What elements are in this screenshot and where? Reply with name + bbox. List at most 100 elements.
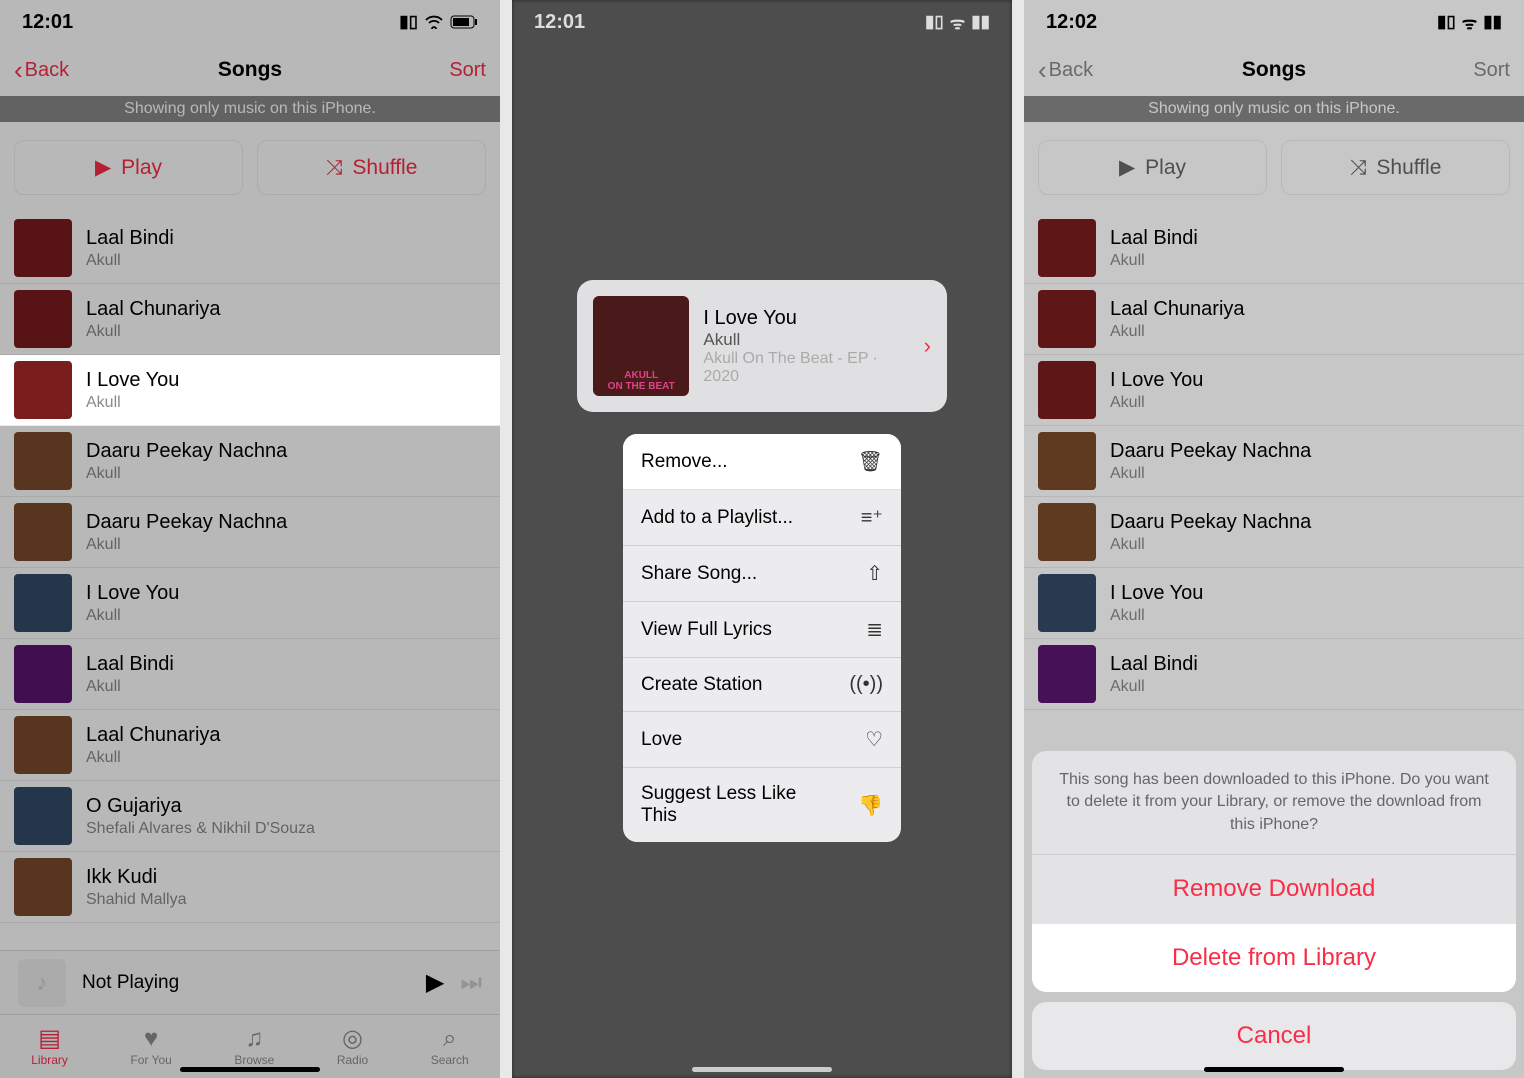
menu-label: Remove... <box>641 451 728 473</box>
song-row[interactable]: I Love YouAkull <box>1024 568 1524 639</box>
context-song-title: I Love You <box>703 307 909 330</box>
album-art <box>1038 503 1096 561</box>
now-playing-art: ♪ <box>18 959 66 1007</box>
remove-download-button[interactable]: Remove Download <box>1032 854 1516 923</box>
home-indicator[interactable] <box>180 1067 320 1072</box>
song-artist: Akull <box>1110 394 1524 412</box>
note-icon: ♫ <box>245 1027 263 1051</box>
album-art <box>14 787 72 845</box>
tab-label: Library <box>31 1053 68 1067</box>
song-row[interactable]: I Love You Akull <box>1024 355 1524 426</box>
song-title: I Love You <box>86 369 500 392</box>
album-art <box>14 361 72 419</box>
tab-label: Radio <box>337 1053 368 1067</box>
filter-banner: Showing only music on this iPhone. <box>1024 96 1524 122</box>
song-artist: Akull <box>1110 465 1524 483</box>
tab-search[interactable]: ⌕ Search <box>431 1027 469 1067</box>
song-row[interactable]: Laal ChunariyaAkull <box>0 710 500 781</box>
status-time: 12:02 <box>1046 11 1097 34</box>
song-artist: Akull <box>1110 323 1524 341</box>
song-row-highlighted[interactable]: I Love YouAkull <box>0 355 500 426</box>
album-art <box>14 219 72 277</box>
forward-icon[interactable]: ⏭ <box>460 969 482 997</box>
song-artist: Akull <box>86 678 500 696</box>
song-artist: Akull <box>86 252 500 270</box>
song-title: O Gujariya <box>86 795 500 818</box>
now-playing-bar[interactable]: ♪ Not Playing ▶ ⏭ <box>0 950 500 1014</box>
search-icon: ⌕ <box>443 1027 456 1051</box>
shuffle-button[interactable]: ⤨ Shuffle <box>257 140 486 195</box>
shuffle-label: Shuffle <box>352 156 417 180</box>
song-title: I Love You <box>1110 369 1524 392</box>
song-row[interactable]: Daaru Peekay NachnaAkull <box>1024 497 1524 568</box>
chevron-right-icon: › <box>924 333 931 359</box>
context-song-card[interactable]: AKULLON THE BEAT I Love You Akull Akull … <box>577 280 947 412</box>
tab-for-you[interactable]: ♥For You <box>130 1027 171 1067</box>
back-button[interactable]: ‹ Back <box>1038 55 1093 86</box>
play-icon[interactable]: ▶ <box>426 968 444 997</box>
song-row[interactable]: Laal ChunariyaAkull <box>1024 284 1524 355</box>
heart-icon: ♡ <box>865 727 883 752</box>
tab-label: Search <box>431 1053 469 1067</box>
song-artist: Akull <box>86 607 500 625</box>
play-button[interactable]: ▶Play <box>1038 140 1267 195</box>
song-row[interactable]: I Love You Akull <box>0 568 500 639</box>
back-button[interactable]: ‹ Back <box>14 55 69 86</box>
song-row[interactable]: Laal BindiAkull <box>1024 213 1524 284</box>
menu-label: Share Song... <box>641 563 757 585</box>
song-row[interactable]: Laal ChunariyaAkull <box>0 284 500 355</box>
delete-from-library-button[interactable]: Delete from Library <box>1032 923 1516 992</box>
song-row[interactable]: O GujariyaShefali Alvares & Nikhil D'Sou… <box>0 781 500 852</box>
page-title: Songs <box>0 58 500 82</box>
song-row[interactable]: Daaru Peekay Nachna Akull <box>0 497 500 568</box>
song-row[interactable]: Daaru Peekay NachnaAkull <box>1024 426 1524 497</box>
screenshot-3-action-sheet: 12:02 ▮▯ ᯤ ▮▮ ‹ Back Songs Sort Showing … <box>1024 0 1524 1078</box>
menu-love[interactable]: Love ♡ <box>623 712 901 768</box>
share-icon: ⇧ <box>866 561 883 586</box>
cancel-button[interactable]: Cancel <box>1032 1002 1516 1070</box>
sort-button[interactable]: Sort <box>1473 59 1510 82</box>
song-row[interactable]: Laal BindiAkull <box>0 639 500 710</box>
sort-button[interactable]: Sort <box>449 59 486 82</box>
play-button[interactable]: ▶ Play <box>14 140 243 195</box>
song-artist: Akull <box>1110 536 1524 554</box>
playlist-add-icon: ≡⁺ <box>861 505 883 530</box>
menu-suggest-less[interactable]: Suggest Less Like This👎 <box>623 768 901 842</box>
tab-browse[interactable]: ♫Browse <box>234 1027 274 1067</box>
menu-remove[interactable]: Remove... 🗑 <box>623 434 901 490</box>
trash-icon: 🗑 <box>858 449 883 474</box>
song-title: Laal Chunariya <box>86 298 500 321</box>
menu-label: Love <box>641 729 682 751</box>
album-art <box>14 432 72 490</box>
shuffle-button[interactable]: ⤨ Shuffle <box>1281 140 1510 195</box>
menu-add-playlist[interactable]: Add to a Playlist... ≡⁺ <box>623 490 901 546</box>
status-indicators: ▮▯ ᯤ ▮▮ <box>1437 11 1502 34</box>
shuffle-label: Shuffle <box>1376 156 1441 180</box>
song-row[interactable]: Daaru Peekay NachnaAkull <box>0 426 500 497</box>
menu-label: Add to a Playlist... <box>641 507 793 529</box>
menu-share[interactable]: Share Song... ⇧ <box>623 546 901 602</box>
home-indicator[interactable] <box>1204 1067 1344 1072</box>
play-label: Play <box>121 156 162 180</box>
tab-library[interactable]: ▤Library <box>31 1027 68 1067</box>
song-artist: Akull <box>1110 678 1524 696</box>
home-indicator[interactable] <box>692 1067 832 1072</box>
song-row[interactable]: Ikk KudiShahid Mallya <box>0 852 500 923</box>
song-title: Ikk Kudi <box>86 866 500 889</box>
menu-label: Create Station <box>641 674 762 696</box>
context-menu: Remove... 🗑 Add to a Playlist... ≡⁺ Share … <box>623 434 901 842</box>
song-title: I Love You <box>86 582 500 605</box>
album-art <box>14 716 72 774</box>
song-row[interactable]: Laal Bindi Akull <box>1024 639 1524 710</box>
song-title: Daaru Peekay Nachna <box>86 511 500 534</box>
tab-label: For You <box>130 1053 171 1067</box>
song-artist: Akull <box>86 536 500 554</box>
tab-radio[interactable]: ◎Radio <box>337 1027 368 1067</box>
album-art <box>1038 432 1096 490</box>
song-row[interactable]: Laal BindiAkull <box>0 213 500 284</box>
menu-lyrics[interactable]: View Full Lyrics≣ <box>623 602 901 658</box>
menu-station[interactable]: Create Station((•)) <box>623 658 901 712</box>
shuffle-icon: ⤨ <box>1350 156 1367 180</box>
song-title: Laal Bindi <box>1110 653 1524 676</box>
status-indicators: ▮▯ <box>399 12 478 32</box>
